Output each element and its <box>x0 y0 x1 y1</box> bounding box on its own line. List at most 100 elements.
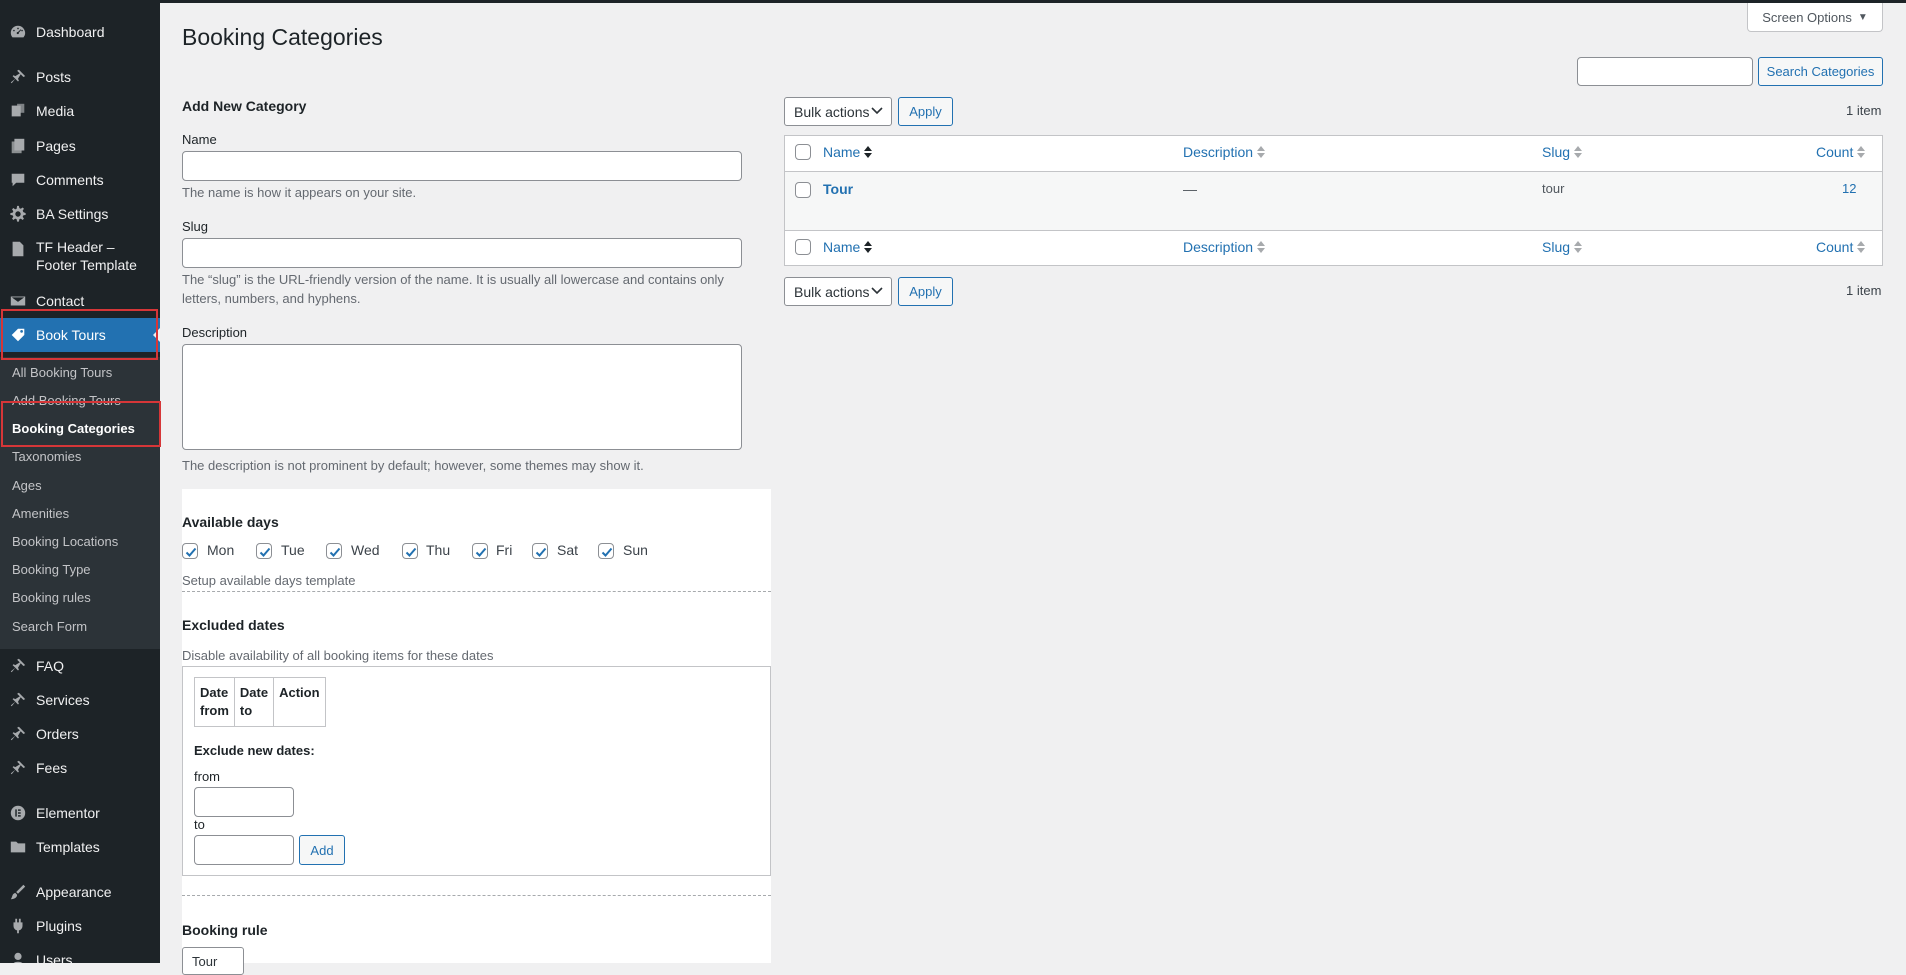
select-all-checkbox-top[interactable] <box>795 144 811 160</box>
column-footer-name[interactable]: Name <box>823 239 873 255</box>
menu-tf-header-footer[interactable]: TF Header – Footer Template <box>0 236 160 278</box>
search-categories-button[interactable]: Search Categories <box>1758 57 1883 86</box>
checkmark-icon <box>259 547 271 557</box>
current-menu-arrow <box>153 328 160 342</box>
day-label-wed: Wed <box>351 542 380 558</box>
menu-appearance[interactable]: Appearance <box>0 875 160 909</box>
menu-label: Elementor <box>36 805 100 821</box>
menu-templates[interactable]: Templates <box>0 830 160 864</box>
name-label: Name <box>182 132 217 147</box>
sort-icon <box>1574 241 1583 253</box>
search-input[interactable] <box>1577 57 1753 86</box>
pin-icon <box>0 725 36 743</box>
checkbox-wed[interactable] <box>326 543 342 559</box>
add-excluded-date-button[interactable]: Add <box>299 835 345 865</box>
row-count-link[interactable]: 12 <box>1842 181 1856 196</box>
page-title: Booking Categories <box>182 24 383 50</box>
pin-icon <box>0 759 36 777</box>
available-days-help: Setup available days template <box>182 573 356 588</box>
apply-button-top[interactable]: Apply <box>898 97 953 126</box>
name-input[interactable] <box>182 151 742 181</box>
day-label-tue: Tue <box>281 542 305 558</box>
excluded-dates-box: Date from Date to Action Exclude new dates… <box>182 666 771 876</box>
exclude-to-input[interactable] <box>194 835 294 865</box>
footer-divider <box>785 230 1882 231</box>
submenu-booking-type[interactable]: Booking Type <box>12 562 91 577</box>
bulk-actions-select-bottom[interactable]: Bulk actions <box>784 277 892 306</box>
screen-options-button[interactable]: Screen Options ▼ <box>1747 3 1883 32</box>
menu-label: BA Settings <box>36 206 109 222</box>
submenu-all-booking-tours[interactable]: All Booking Tours <box>12 365 112 380</box>
menu-comments[interactable]: Comments <box>0 163 160 197</box>
slug-input[interactable] <box>182 238 742 268</box>
menu-ba-settings[interactable]: BA Settings <box>0 197 160 231</box>
booking-rule-select[interactable]: Tour <box>182 947 244 975</box>
available-days-heading: Available days <box>182 514 279 530</box>
admin-sidebar: Dashboard Posts Media Pages Comments BA … <box>0 0 160 963</box>
to-label: to <box>194 817 205 832</box>
menu-orders[interactable]: Orders <box>0 717 160 751</box>
menu-services[interactable]: Services <box>0 683 160 717</box>
menu-plugins[interactable]: Plugins <box>0 909 160 943</box>
submenu-search-form[interactable]: Search Form <box>12 619 87 634</box>
column-footer-description[interactable]: Description <box>1183 239 1266 255</box>
submenu-booking-rules[interactable]: Booking rules <box>12 590 91 605</box>
submenu-booking-locations[interactable]: Booking Locations <box>12 534 118 549</box>
menu-faq[interactable]: FAQ <box>0 649 160 683</box>
submenu-ages[interactable]: Ages <box>12 478 42 493</box>
description-textarea[interactable] <box>182 344 742 450</box>
submenu-booking-categories[interactable]: Booking Categories <box>12 421 135 436</box>
column-footer-count[interactable]: Count <box>1816 239 1866 255</box>
checkbox-tue[interactable] <box>256 543 272 559</box>
column-header-name[interactable]: Name <box>823 144 873 160</box>
submenu-taxonomies[interactable]: Taxonomies <box>12 449 81 464</box>
sort-icon <box>1857 241 1866 253</box>
bulk-actions-select-top[interactable]: Bulk actions <box>784 97 892 126</box>
menu-fees[interactable]: Fees <box>0 751 160 785</box>
day-label-sat: Sat <box>557 542 579 558</box>
column-count-label: Count <box>1816 239 1854 255</box>
column-slug-label: Slug <box>1542 144 1571 160</box>
row-description: — <box>1183 181 1197 197</box>
top-bar-edge <box>160 0 1906 3</box>
column-footer-slug[interactable]: Slug <box>1542 239 1583 255</box>
menu-users[interactable]: Users <box>0 943 160 963</box>
sort-asc-icon <box>864 241 873 253</box>
elementor-icon <box>0 804 36 822</box>
menu-elementor[interactable]: Elementor <box>0 796 160 830</box>
column-description-label: Description <box>1183 144 1254 160</box>
sort-icon <box>1574 146 1583 158</box>
checkbox-sat[interactable] <box>532 543 548 559</box>
submenu-amenities[interactable]: Amenities <box>12 506 69 521</box>
exclude-from-input[interactable] <box>194 787 294 817</box>
row-checkbox[interactable] <box>795 182 811 198</box>
menu-dashboard[interactable]: Dashboard <box>0 15 160 49</box>
document-icon <box>0 238 36 258</box>
menu-contact[interactable]: Contact <box>0 284 160 318</box>
column-header-slug[interactable]: Slug <box>1542 144 1583 160</box>
checkbox-mon[interactable] <box>182 543 198 559</box>
row-slug: tour <box>1542 181 1565 196</box>
menu-book-tours[interactable]: Book Tours <box>0 318 160 352</box>
submenu-add-booking-tours[interactable]: Add Booking Tours <box>12 393 121 408</box>
divider <box>182 591 771 592</box>
book-tours-submenu: All Booking Tours Add Booking Tours Book… <box>0 357 160 649</box>
apply-button-bottom[interactable]: Apply <box>898 277 953 306</box>
row-name-link[interactable]: Tour <box>823 181 853 197</box>
checkmark-icon <box>475 547 487 557</box>
dashboard-icon <box>0 23 36 41</box>
day-label-thu: Thu <box>426 542 451 558</box>
menu-posts[interactable]: Posts <box>0 60 160 94</box>
column-slug-label: Slug <box>1542 239 1571 255</box>
menu-media[interactable]: Media <box>0 94 160 128</box>
column-header-description[interactable]: Description <box>1183 144 1266 160</box>
name-help: The name is how it appears on your site. <box>182 185 417 200</box>
select-all-checkbox-bottom[interactable] <box>795 239 811 255</box>
column-header-count[interactable]: Count <box>1816 144 1866 160</box>
brush-icon <box>0 883 36 901</box>
checkbox-thu[interactable] <box>402 543 418 559</box>
checkbox-sun[interactable] <box>598 543 614 559</box>
checkbox-fri[interactable] <box>472 543 488 559</box>
exclude-new-dates-heading: Exclude new dates: <box>194 743 315 758</box>
menu-pages[interactable]: Pages <box>0 129 160 163</box>
